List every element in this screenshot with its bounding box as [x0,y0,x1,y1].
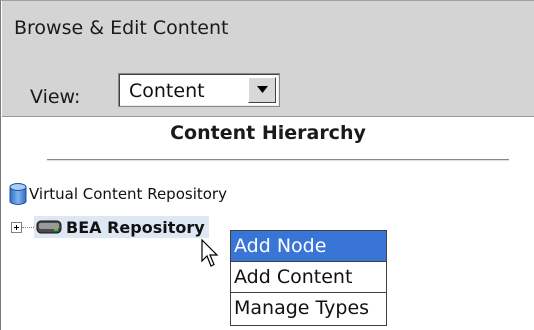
mouse-pointer-icon [201,239,219,267]
repository-drive-icon [36,220,62,234]
hierarchy-divider [47,159,509,161]
context-menu: Add Node Add Content Manage Types [230,230,387,326]
tree-root-label: Virtual Content Repository [29,185,227,203]
panel-title: Browse & Edit Content [14,17,229,39]
tree-child-selection[interactable]: BEA Repository [34,216,209,238]
database-icon [9,183,27,205]
tree-connector [22,226,34,228]
menu-item-add-node[interactable]: Add Node [231,231,386,262]
menu-item-manage-types[interactable]: Manage Types [231,293,386,325]
view-select-value: Content [129,80,205,102]
menu-item-add-content[interactable]: Add Content [231,262,386,293]
plus-expander-icon[interactable] [11,221,22,233]
hierarchy-title: Content Hierarchy [170,122,366,144]
chevron-down-icon [257,86,268,93]
view-select-dropdown-button[interactable] [248,77,276,103]
view-label: View: [30,86,81,108]
panel-header: Browse & Edit Content View: Content [2,1,534,117]
tree-child-node[interactable]: BEA Repository [11,215,209,239]
view-select[interactable]: Content [118,73,280,107]
browse-edit-panel: Browse & Edit Content View: Content Cont… [0,0,534,330]
tree-root-node[interactable]: Virtual Content Repository [9,181,227,207]
tree-child-label: BEA Repository [66,217,205,237]
